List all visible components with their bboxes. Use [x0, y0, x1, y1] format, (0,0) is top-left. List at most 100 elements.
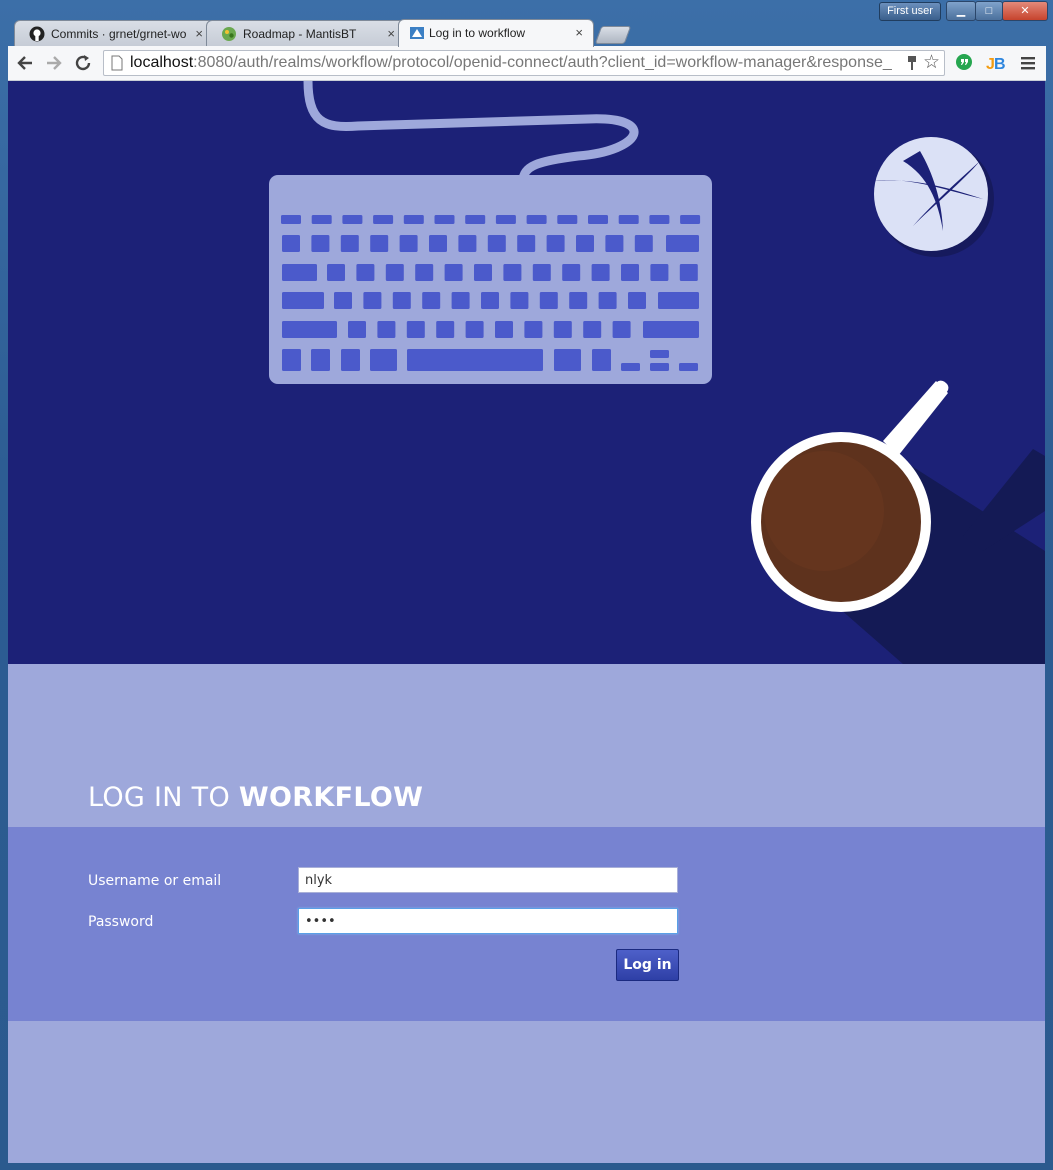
keyboard-key: [341, 349, 360, 371]
keyboard-key: [282, 292, 324, 309]
keyboard-key: [399, 235, 418, 252]
keycloak-icon: [410, 27, 424, 39]
keyboard-key: [465, 321, 484, 338]
keyboard-key: [650, 363, 669, 371]
keyboard-key: [526, 215, 547, 224]
handle-shadow: [963, 449, 1045, 551]
keyboard-key: [621, 363, 640, 371]
pie-chart-logo-illustration: [874, 137, 994, 257]
jetbrains-extension-icon[interactable]: JB: [985, 52, 1007, 74]
keyboard-key: [407, 349, 543, 371]
keyboard-key: [311, 349, 330, 371]
keyboard-key: [643, 321, 699, 338]
keyboard-key: [680, 215, 701, 224]
keyboard-key: [370, 235, 389, 252]
login-header: LOG IN TO WORKFLOW: [8, 664, 1045, 827]
keyboard-key: [356, 264, 375, 281]
keyboard-key: [281, 215, 301, 224]
tab-title: Log in to workflow: [429, 26, 526, 40]
tab-title: Roadmap - MantisBT: [243, 27, 357, 41]
keyboard-key: [588, 215, 608, 224]
page-icon: [111, 55, 123, 71]
keyboard-key: [348, 321, 366, 338]
keyboard-key: [282, 321, 337, 338]
close-tab-icon[interactable]: ×: [387, 26, 395, 41]
keyboard-key: [406, 321, 425, 338]
tab-mantisbt-roadmap[interactable]: Roadmap - MantisBT ×: [206, 20, 406, 46]
tab-strip: Commits · grnet/grnet-wo × Roadmap - Man…: [8, 18, 1048, 47]
keyboard-key: [612, 321, 631, 338]
keyboard-key: [403, 215, 424, 224]
reload-icon[interactable]: [72, 52, 94, 74]
keyboard-key: [546, 235, 565, 252]
keyboard-key: [495, 215, 516, 224]
keyboard-key: [598, 292, 617, 309]
address-bar[interactable]: localhost:8080/auth/realms/workflow/prot…: [103, 50, 945, 76]
keyboard-key: [434, 215, 455, 224]
keyboard-key: [373, 215, 394, 224]
key-icon[interactable]: [906, 55, 918, 71]
username-field[interactable]: [298, 867, 678, 893]
hangouts-extension-icon[interactable]: [953, 52, 975, 74]
keyboard-key: [592, 349, 611, 371]
keyboard-key: [649, 215, 670, 224]
hero-illustration: [8, 81, 1045, 664]
keyboard-key: [342, 215, 363, 224]
new-tab-button[interactable]: [594, 26, 632, 44]
keyboard-key: [429, 235, 447, 252]
keyboard-key: [327, 264, 345, 281]
keyboard-key: [666, 235, 699, 252]
keyboard-key: [495, 321, 513, 338]
browser-toolbar: localhost:8080/auth/realms/workflow/prot…: [8, 46, 1046, 81]
tab-login-workflow[interactable]: Log in to workflow ×: [398, 19, 594, 47]
keyboard-key: [474, 264, 492, 281]
keyboard-key: [415, 264, 434, 281]
keyboard-key: [569, 292, 588, 309]
coffee-cup-illustration: [751, 432, 931, 612]
password-label: Password: [88, 914, 154, 930]
keyboard-key: [422, 292, 441, 309]
keyboard-key: [554, 349, 581, 371]
keyboard-key: [628, 292, 646, 309]
login-button[interactable]: Log in: [616, 949, 679, 981]
keyboard-key: [481, 292, 499, 309]
url-path: :8080/auth/realms/workflow/protocol/open…: [193, 54, 892, 71]
menu-icon[interactable]: [1017, 52, 1039, 74]
keyboard-key: [658, 292, 699, 309]
svg-text:B: B: [994, 56, 1006, 73]
keyboard-key: [503, 264, 522, 281]
keyboard-key: [532, 264, 551, 281]
bookmark-star-icon[interactable]: ☆: [923, 52, 940, 74]
keyboard-key: [385, 264, 404, 281]
keyboard-key: [618, 215, 639, 224]
back-arrow-icon[interactable]: [14, 52, 36, 74]
keyboard-key: [436, 321, 455, 338]
page-title: LOG IN TO WORKFLOW: [88, 782, 423, 813]
keyboard-key: [557, 215, 578, 224]
keyboard-key: [465, 215, 486, 224]
browser-window: First user ▁ □ ✕ Commits · grnet/grnet-w…: [0, 0, 1053, 1170]
keyboard-key: [340, 235, 359, 252]
password-field[interactable]: [298, 908, 678, 934]
keyboard-key: [562, 264, 581, 281]
keyboard-key: [539, 292, 558, 309]
keyboard-key: [634, 235, 653, 252]
keyboard-key: [282, 235, 300, 252]
keyboard-key: [591, 264, 610, 281]
keyboard-key: [650, 264, 669, 281]
mantisbt-icon: [222, 27, 236, 41]
keyboard-illustration: [269, 175, 712, 384]
keyboard-key: [451, 292, 470, 309]
close-tab-icon[interactable]: ×: [195, 26, 203, 41]
forward-arrow-icon[interactable]: [43, 52, 65, 74]
close-tab-icon[interactable]: ×: [575, 25, 583, 40]
keyboard-key: [679, 264, 698, 281]
tab-github-commits[interactable]: Commits · grnet/grnet-wo ×: [14, 20, 214, 46]
keyboard-cable: [303, 81, 639, 182]
login-form: Username or email Password Log in: [8, 827, 1045, 1021]
page-footer-area: [8, 1021, 1045, 1163]
keyboard-key: [334, 292, 352, 309]
keyboard-key: [282, 264, 317, 281]
title-prefix: LOG IN TO: [88, 782, 239, 813]
keyboard-key: [311, 235, 330, 252]
